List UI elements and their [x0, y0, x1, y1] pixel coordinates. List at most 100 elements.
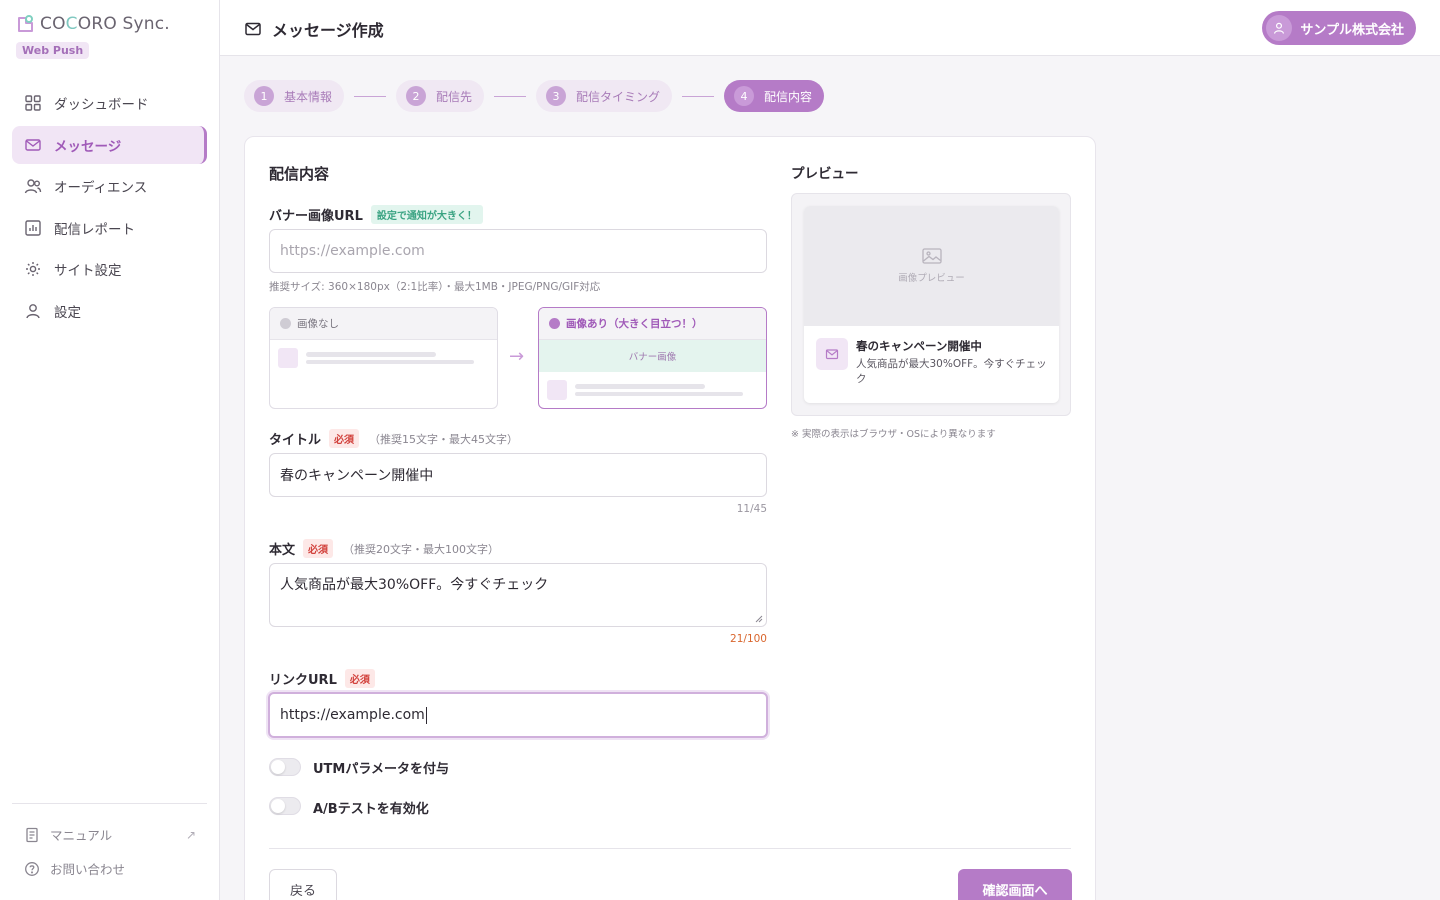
sidebar-nav: ダッシュボード メッセージ オーディエンス 配信レポート サイト設定 設定	[12, 84, 207, 333]
text-caret	[425, 706, 427, 724]
sidebar-item-label: オーディエンス	[54, 180, 148, 196]
preview-notification-title: 春のキャンペーン開催中	[856, 339, 982, 353]
step-connector	[494, 95, 527, 97]
title-char-counter: 11/45	[736, 503, 767, 515]
body-label: 本文 必須 （推奨20文字・最大100文字）	[269, 539, 499, 558]
banner-option-none[interactable]: 画像なし	[269, 307, 498, 409]
preview-title: プレビュー	[791, 166, 859, 182]
banner-option-label: 画像あり（大きく目立つ！）	[566, 318, 703, 330]
resize-handle-icon[interactable]	[755, 615, 763, 623]
avatar	[1266, 15, 1293, 41]
step-basic-info[interactable]: 1 基本情報	[244, 80, 345, 112]
body-textarea[interactable]: 人気商品が最大30%OFF。今すぐチェック	[269, 563, 767, 627]
link-url-label: リンクURL 必須	[269, 669, 375, 688]
ab-test-toggle[interactable]	[269, 797, 301, 815]
preview-text: 春のキャンペーン開催中 人気商品が最大30%OFF。今すぐチェック	[856, 338, 1047, 387]
manual-label: マニュアル	[50, 828, 113, 843]
banner-tip-badge: 設定で通知が大きく！	[370, 205, 483, 224]
sidebar-item-site-settings[interactable]: サイト設定	[12, 250, 207, 288]
ab-test-toggle-label: A/Bテストを有効化	[313, 802, 429, 817]
title-label: タイトル 必須 （推奨15文字・最大45文字）	[269, 429, 518, 448]
required-badge: 必須	[329, 429, 360, 448]
sample-notification	[539, 372, 766, 408]
step-label: 配信内容	[764, 89, 813, 104]
preview-note: ※ 実際の表示はブラウザ・OSにより異なります	[791, 429, 996, 440]
help-icon	[24, 861, 40, 877]
document-icon	[24, 827, 40, 843]
banner-option-with-image[interactable]: 画像あり（大きく目立つ！） バナー画像	[538, 307, 767, 409]
sidebar-item-settings[interactable]: 設定	[12, 292, 207, 330]
sidebar-item-label: サイト設定	[54, 263, 122, 279]
account-menu[interactable]: サンプル株式会社	[1262, 11, 1416, 45]
link-url-label-text: リンクURL	[269, 673, 337, 688]
utm-toggle[interactable]	[269, 758, 301, 776]
title-hint: （推奨15文字・最大45文字）	[369, 432, 519, 446]
manual-link[interactable]: マニュアル ↗	[24, 825, 196, 844]
sample-icon	[278, 348, 298, 368]
required-badge: 必須	[303, 539, 334, 558]
link-url-value: https://example.com	[280, 707, 425, 723]
banner-url-label-text: バナー画像URL	[269, 209, 363, 224]
section-title: 配信内容	[269, 165, 330, 183]
step-content[interactable]: 4 配信内容	[724, 80, 825, 112]
preview-notification-body: 人気商品が最大30%OFF。今すぐチェック	[856, 358, 1047, 385]
step-label: 基本情報	[284, 89, 333, 104]
back-button[interactable]: 戻る	[269, 869, 337, 900]
banner-option-label: 画像なし	[297, 318, 339, 330]
sidebar-item-label: 配信レポート	[54, 221, 135, 238]
card-divider	[269, 848, 1071, 849]
sidebar-item-dashboard[interactable]: ダッシュボード	[12, 84, 207, 122]
arrow-right-icon: →	[509, 346, 525, 367]
next-button[interactable]: 確認画面へ	[958, 869, 1072, 900]
body-label-text: 本文	[269, 543, 296, 558]
mail-icon	[816, 338, 848, 370]
mail-icon	[244, 20, 262, 38]
banner-option-header: 画像なし	[270, 308, 497, 340]
logo-text: COCORO Sync.	[40, 14, 170, 34]
step-recipients[interactable]: 2 配信先	[396, 80, 485, 112]
step-connector	[682, 95, 715, 97]
sample-notification	[270, 340, 497, 376]
step-label: 配信先	[436, 89, 473, 104]
banner-url-label: バナー画像URL 設定で通知が大きく！	[269, 205, 483, 224]
preview-image-placeholder: 画像プレビュー	[804, 206, 1059, 326]
title-label-text: タイトル	[269, 433, 322, 448]
top-header: メッセージ作成 サンプル株式会社	[220, 0, 1440, 56]
page-title-text: メッセージ作成	[272, 21, 384, 40]
step-number: 2	[406, 86, 427, 106]
step-number: 4	[734, 86, 755, 106]
title-input[interactable]: 春のキャンペーン開催中	[269, 453, 767, 497]
link-url-input[interactable]: https://example.com	[268, 692, 768, 738]
step-label: 配信タイミング	[576, 89, 661, 104]
sidebar-item-audience[interactable]: オーディエンス	[12, 167, 207, 205]
banner-option-header: 画像あり（大きく目立つ！）	[539, 308, 766, 340]
external-link-icon: ↗	[185, 827, 196, 842]
logo[interactable]: COCORO Sync.	[16, 14, 170, 34]
image-placeholder-text: 画像プレビュー	[898, 273, 965, 284]
grid-icon	[24, 94, 42, 112]
banner-url-input[interactable]: https://example.com	[269, 229, 767, 273]
users-icon	[24, 177, 42, 195]
utm-toggle-label: UTMパラメータを付与	[313, 762, 449, 777]
sidebar-item-label: 設定	[54, 304, 81, 321]
contact-link[interactable]: お問い合わせ	[24, 859, 196, 878]
preview-body: 春のキャンペーン開催中 人気商品が最大30%OFF。今すぐチェック	[804, 326, 1059, 399]
radio-dot	[549, 318, 560, 329]
chart-icon	[24, 219, 42, 237]
step-number: 1	[254, 86, 274, 106]
sidebar-item-reports[interactable]: 配信レポート	[12, 209, 207, 247]
product-badge: Web Push	[16, 42, 90, 59]
sidebar-item-messages[interactable]: メッセージ	[12, 125, 207, 164]
sample-lines	[306, 349, 474, 367]
sample-banner: バナー画像	[539, 340, 766, 372]
body-char-counter: 21/100	[730, 633, 767, 645]
user-icon	[24, 302, 42, 320]
body-hint: （推奨20文字・最大100文字）	[343, 542, 500, 556]
required-badge: 必須	[344, 669, 375, 688]
contact-label: お問い合わせ	[50, 862, 126, 877]
stepper: 1 基本情報 2 配信先 3 配信タイミング 4 配信内容	[244, 80, 825, 112]
step-timing[interactable]: 3 配信タイミング	[536, 80, 673, 112]
image-icon	[921, 248, 942, 264]
sidebar-item-label: ダッシュボード	[54, 97, 149, 113]
preview-frame: 画像プレビュー 春のキャンペーン開催中 人気商品が最大30%OFF。今すぐチェッ…	[791, 193, 1071, 416]
